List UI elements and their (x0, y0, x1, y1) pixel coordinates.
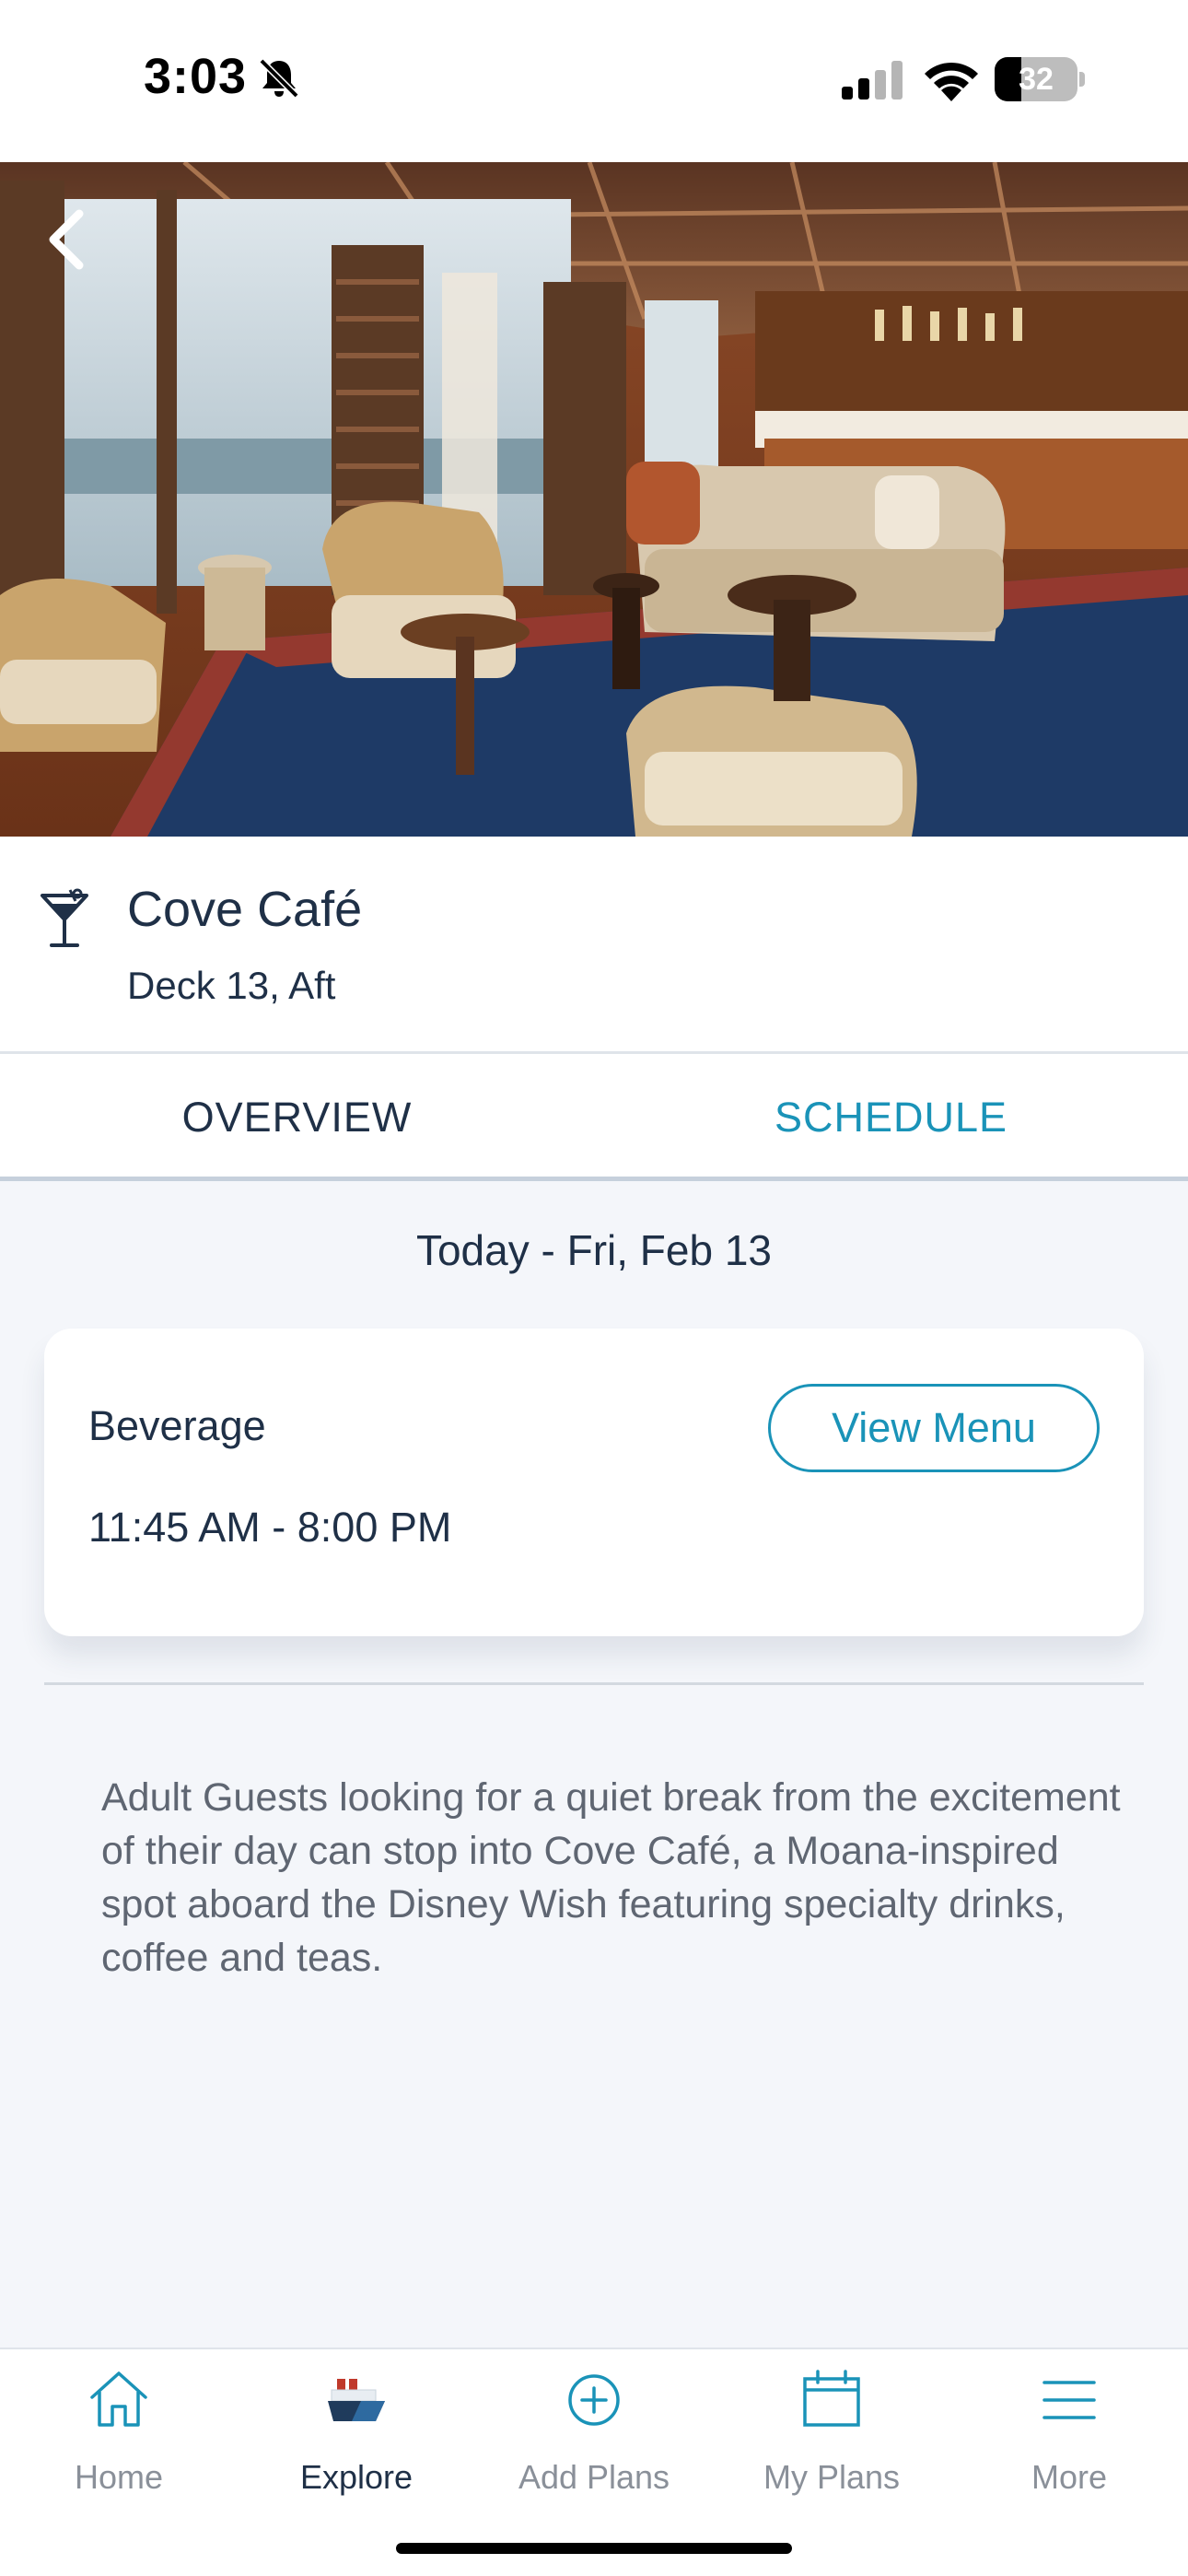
schedule-card: Beverage View Menu 11:45 AM - 8:00 PM (44, 1329, 1144, 1636)
divider (44, 1682, 1144, 1685)
battery-icon: 32 (995, 57, 1085, 101)
schedule-hours: 11:45 AM - 8:00 PM (88, 1504, 452, 1551)
lounge-interior-image (0, 162, 1188, 837)
cellular-signal-icon (842, 61, 903, 100)
cocktail-icon (41, 888, 88, 947)
view-menu-button[interactable]: View Menu (768, 1384, 1100, 1472)
bottom-nav: Home Explore Add Plans My Plans More (0, 2348, 1188, 2576)
nav-label: Explore (299, 2458, 413, 2496)
plus-circle-icon (568, 2374, 620, 2426)
schedule-category: Beverage (88, 1402, 266, 1449)
wifi-icon (925, 62, 978, 101)
venue-location: Deck 13, Aft (127, 964, 336, 1007)
tab-bar: OVERVIEW SCHEDULE (0, 1054, 1188, 1181)
venue-name: Cove Café (127, 882, 363, 937)
venue-header: Cove Café Deck 13, Aft (0, 837, 1188, 1054)
nav-home[interactable]: Home (0, 2349, 238, 2576)
nav-label: More (1031, 2458, 1108, 2496)
battery-level: 32 (1019, 62, 1054, 97)
menu-icon (1042, 2381, 1096, 2419)
tab-schedule[interactable]: SCHEDULE (594, 1054, 1188, 1177)
nav-more[interactable]: More (950, 2349, 1188, 2576)
nav-label: Add Plans (518, 2458, 670, 2496)
ship-icon (328, 2379, 385, 2421)
nav-label: Home (74, 2458, 164, 2496)
back-button[interactable] (35, 203, 99, 276)
tab-overview[interactable]: OVERVIEW (0, 1054, 594, 1177)
venue-photo (0, 162, 1188, 837)
status-bar: 3:03 32 (0, 0, 1188, 162)
status-time: 3:03 (144, 49, 248, 104)
home-indicator (396, 2543, 792, 2554)
calendar-icon (803, 2370, 860, 2427)
home-icon (90, 2371, 147, 2427)
bell-slash-icon (259, 58, 299, 99)
nav-label: My Plans (763, 2458, 901, 2496)
chevron-left-icon (49, 209, 84, 270)
venue-description: Adult Guests looking for a quiet break f… (101, 1775, 1121, 1980)
schedule-date: Today - Fri, Feb 13 (415, 1226, 773, 1274)
